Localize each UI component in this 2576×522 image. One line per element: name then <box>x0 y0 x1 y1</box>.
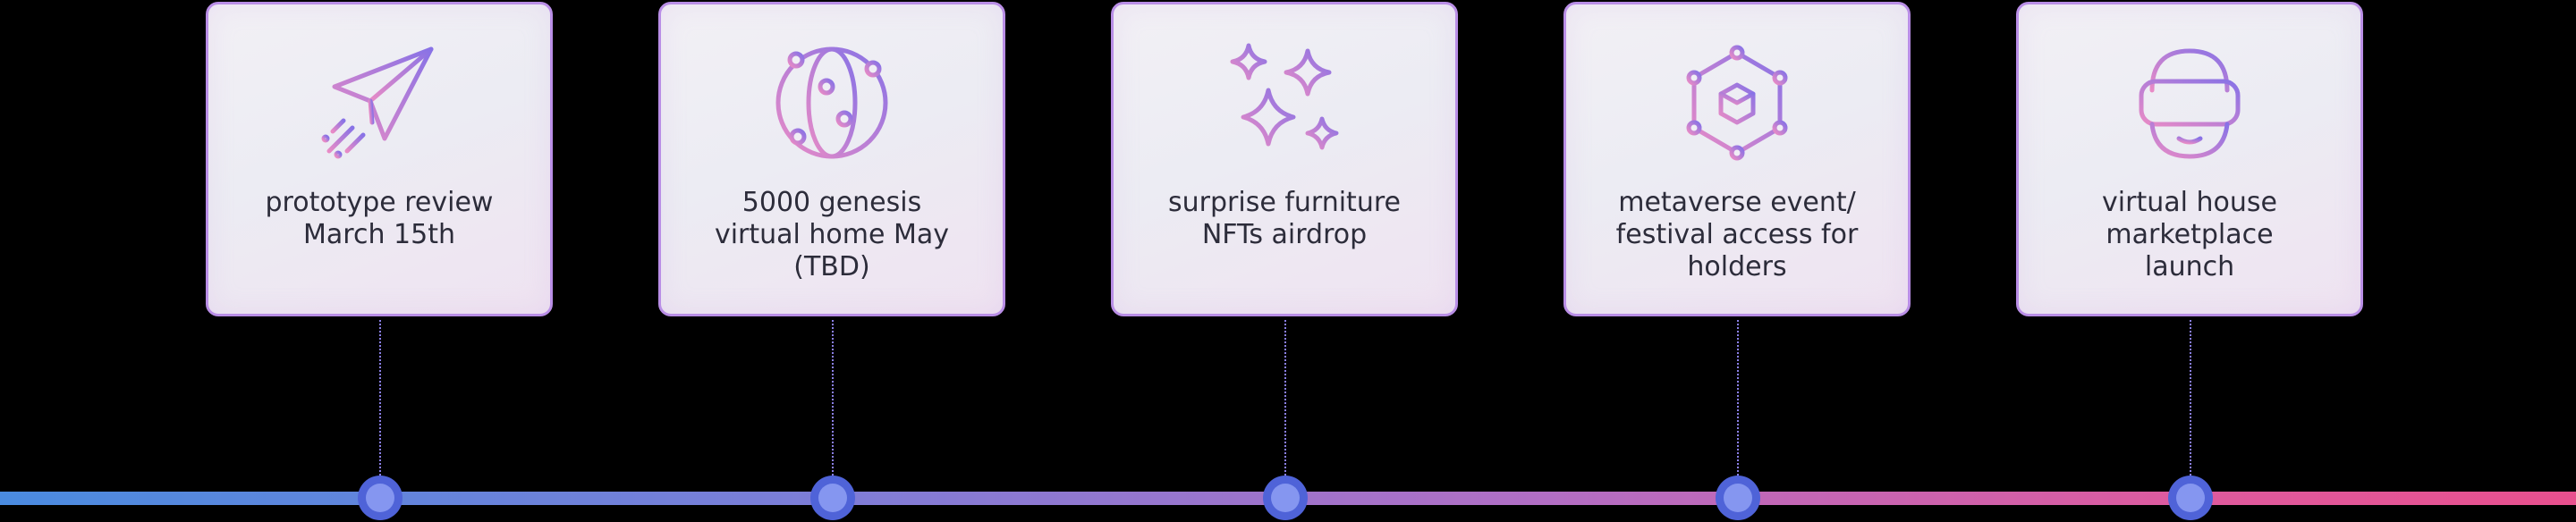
milestone-dot-1 <box>358 476 402 520</box>
milestone-text: surprise furniture NFTs airdrop <box>1168 187 1401 250</box>
milestone-dot-2 <box>810 476 855 520</box>
connector-line-1 <box>379 320 381 497</box>
milestone-card-1: prototype review March 15th <box>206 2 553 316</box>
milestone-text: metaverse event/ festival access for hol… <box>1615 187 1859 282</box>
connector-line-5 <box>2190 320 2191 497</box>
milestone-card-5: virtual house marketplace launch <box>2016 2 2363 316</box>
globe-network-icon <box>769 40 894 165</box>
connector-line-2 <box>832 320 834 497</box>
connector-line-4 <box>1737 320 1739 497</box>
metaverse-cube-icon <box>1674 40 1800 165</box>
sparkles-icon <box>1222 40 1347 165</box>
vr-headset-icon <box>2127 40 2252 165</box>
milestone-text: 5000 genesis virtual home May (TBD) <box>714 187 950 282</box>
paper-plane-icon <box>317 40 442 165</box>
milestone-dot-4 <box>1716 476 1760 520</box>
milestone-text: prototype review March 15th <box>265 187 494 250</box>
milestone-dot-5 <box>2168 476 2213 520</box>
milestone-card-2: 5000 genesis virtual home May (TBD) <box>658 2 1005 316</box>
milestone-card-4: metaverse event/ festival access for hol… <box>1563 2 1911 316</box>
milestone-card-3: surprise furniture NFTs airdrop <box>1111 2 1458 316</box>
roadmap-timeline: prototype review March 15th 5000 genesis… <box>0 0 2576 522</box>
connector-line-3 <box>1284 320 1286 497</box>
milestone-dot-3 <box>1263 476 1308 520</box>
milestone-text: virtual house marketplace launch <box>2102 187 2277 282</box>
